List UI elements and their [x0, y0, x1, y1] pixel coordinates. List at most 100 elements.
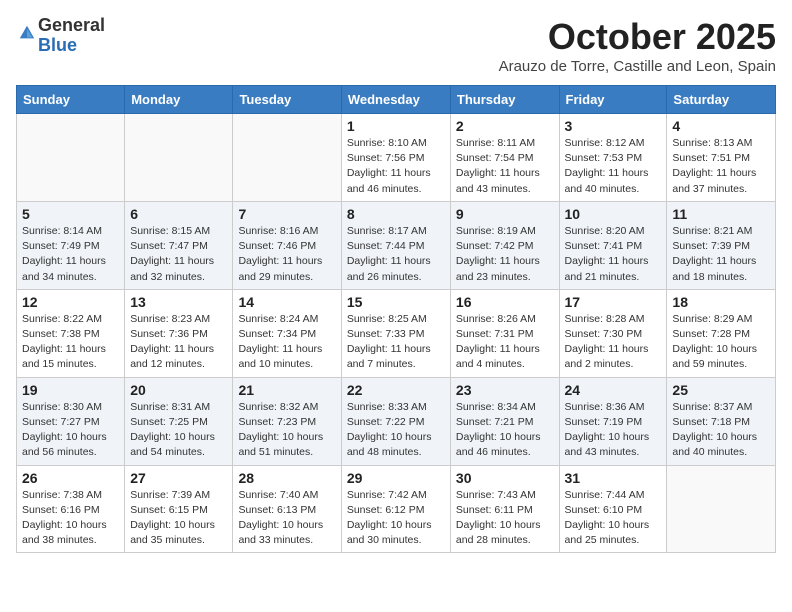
header-thursday: Thursday [450, 86, 559, 114]
calendar-cell: 23 Sunrise: 8:34 AMSunset: 7:21 PMDayligh… [450, 377, 559, 465]
calendar-cell: 29Sunrise: 7:42 AMSunset: 6:12 PMDayligh… [341, 465, 450, 553]
calendar-cell [17, 114, 125, 202]
calendar-cell: 6 Sunrise: 8:15 AMSunset: 7:47 PMDaylight… [125, 201, 233, 289]
day-info: Sunrise: 7:43 AMSunset: 6:11 PMDaylight:… [456, 488, 554, 549]
header-friday: Friday [559, 86, 667, 114]
calendar-cell: 30Sunrise: 7:43 AMSunset: 6:11 PMDayligh… [450, 465, 559, 553]
logo-icon [18, 24, 36, 42]
calendar-cell: 4 Sunrise: 8:13 AMSunset: 7:51 PMDaylight… [667, 114, 776, 202]
day-number: 6 [130, 206, 227, 222]
day-info: Sunrise: 8:12 AMSunset: 7:53 PMDaylight:… [565, 136, 662, 197]
calendar-cell: 19 Sunrise: 8:30 AMSunset: 7:27 PMDayligh… [17, 377, 125, 465]
calendar-cell: 11 Sunrise: 8:21 AMSunset: 7:39 PMDayligh… [667, 201, 776, 289]
day-number: 16 [456, 294, 554, 310]
page-header: General Blue October 2025 Arauzo de Torr… [16, 16, 776, 75]
day-info: Sunrise: 8:16 AMSunset: 7:46 PMDaylight:… [238, 224, 335, 285]
day-number: 22 [347, 382, 445, 398]
day-info: Sunrise: 8:17 AMSunset: 7:44 PMDaylight:… [347, 224, 445, 285]
day-number: 12 [22, 294, 119, 310]
calendar-cell: 3 Sunrise: 8:12 AMSunset: 7:53 PMDaylight… [559, 114, 667, 202]
day-info: Sunrise: 8:15 AMSunset: 7:47 PMDaylight:… [130, 224, 227, 285]
day-number: 1 [347, 118, 445, 134]
location-subtitle: Arauzo de Torre, Castille and Leon, Spai… [499, 58, 776, 75]
calendar-cell: 7 Sunrise: 8:16 AMSunset: 7:46 PMDaylight… [233, 201, 341, 289]
title-block: October 2025 Arauzo de Torre, Castille a… [499, 16, 776, 75]
calendar-cell: 18 Sunrise: 8:29 AMSunset: 7:28 PMDayligh… [667, 289, 776, 377]
calendar-cell: 28 Sunrise: 7:40 AMSunset: 6:13 PMDayligh… [233, 465, 341, 553]
day-info: Sunrise: 8:28 AMSunset: 7:30 PMDaylight:… [565, 312, 662, 373]
day-info: Sunrise: 8:10 AMSunset: 7:56 PMDaylight:… [347, 136, 445, 197]
day-number: 14 [238, 294, 335, 310]
calendar-cell: 20 Sunrise: 8:31 AMSunset: 7:25 PMDayligh… [125, 377, 233, 465]
calendar-cell: 10 Sunrise: 8:20 AMSunset: 7:41 PMDayligh… [559, 201, 667, 289]
day-info: Sunrise: 8:36 AMSunset: 7:19 PMDaylight:… [565, 400, 662, 461]
day-number: 25 [672, 382, 770, 398]
day-number: 9 [456, 206, 554, 222]
day-number: 31 [565, 470, 662, 486]
day-info: Sunrise: 8:19 AMSunset: 7:42 PMDaylight:… [456, 224, 554, 285]
day-info: Sunrise: 8:29 AMSunset: 7:28 PMDaylight:… [672, 312, 770, 373]
day-number: 13 [130, 294, 227, 310]
day-number: 29 [347, 470, 445, 486]
calendar-cell: 25Sunrise: 8:37 AMSunset: 7:18 PMDayligh… [667, 377, 776, 465]
calendar-cell: 5 Sunrise: 8:14 AMSunset: 7:49 PMDaylight… [17, 201, 125, 289]
calendar-cell: 15 Sunrise: 8:25 AMSunset: 7:33 PMDayligh… [341, 289, 450, 377]
calendar-cell: 2 Sunrise: 8:11 AMSunset: 7:54 PMDaylight… [450, 114, 559, 202]
logo-general-text: General [38, 15, 105, 35]
day-number: 19 [22, 382, 119, 398]
day-info: Sunrise: 7:44 AMSunset: 6:10 PMDaylight:… [565, 488, 662, 549]
day-info: Sunrise: 8:24 AMSunset: 7:34 PMDaylight:… [238, 312, 335, 373]
calendar-cell [125, 114, 233, 202]
calendar-week-0: 1 Sunrise: 8:10 AMSunset: 7:56 PMDaylight… [17, 114, 776, 202]
day-info: Sunrise: 8:14 AMSunset: 7:49 PMDaylight:… [22, 224, 119, 285]
day-number: 21 [238, 382, 335, 398]
day-number: 18 [672, 294, 770, 310]
calendar-table: SundayMondayTuesdayWednesdayThursdayFrid… [16, 85, 776, 553]
day-number: 2 [456, 118, 554, 134]
day-number: 8 [347, 206, 445, 222]
calendar-week-1: 5 Sunrise: 8:14 AMSunset: 7:49 PMDaylight… [17, 201, 776, 289]
day-number: 3 [565, 118, 662, 134]
day-info: Sunrise: 7:38 AMSunset: 6:16 PMDaylight:… [22, 488, 119, 549]
calendar-week-4: 26 Sunrise: 7:38 AMSunset: 6:16 PMDayligh… [17, 465, 776, 553]
day-info: Sunrise: 8:20 AMSunset: 7:41 PMDaylight:… [565, 224, 662, 285]
calendar-cell: 24 Sunrise: 8:36 AMSunset: 7:19 PMDayligh… [559, 377, 667, 465]
day-number: 5 [22, 206, 119, 222]
day-number: 11 [672, 206, 770, 222]
day-number: 20 [130, 382, 227, 398]
header-wednesday: Wednesday [341, 86, 450, 114]
day-number: 7 [238, 206, 335, 222]
day-info: Sunrise: 8:22 AMSunset: 7:38 PMDaylight:… [22, 312, 119, 373]
day-number: 28 [238, 470, 335, 486]
day-info: Sunrise: 7:40 AMSunset: 6:13 PMDaylight:… [238, 488, 335, 549]
day-info: Sunrise: 8:21 AMSunset: 7:39 PMDaylight:… [672, 224, 770, 285]
day-info: Sunrise: 8:33 AMSunset: 7:22 PMDaylight:… [347, 400, 445, 461]
day-number: 4 [672, 118, 770, 134]
calendar-cell: 31 Sunrise: 7:44 AMSunset: 6:10 PMDayligh… [559, 465, 667, 553]
calendar-cell: 26 Sunrise: 7:38 AMSunset: 6:16 PMDayligh… [17, 465, 125, 553]
day-info: Sunrise: 8:34 AMSunset: 7:21 PMDaylight:… [456, 400, 554, 461]
month-title: October 2025 [499, 16, 776, 58]
header-saturday: Saturday [667, 86, 776, 114]
day-info: Sunrise: 8:30 AMSunset: 7:27 PMDaylight:… [22, 400, 119, 461]
day-info: Sunrise: 8:11 AMSunset: 7:54 PMDaylight:… [456, 136, 554, 197]
day-info: Sunrise: 8:13 AMSunset: 7:51 PMDaylight:… [672, 136, 770, 197]
logo-blue-text: Blue [38, 35, 77, 55]
day-info: Sunrise: 8:25 AMSunset: 7:33 PMDaylight:… [347, 312, 445, 373]
day-number: 15 [347, 294, 445, 310]
calendar-cell: 27Sunrise: 7:39 AMSunset: 6:15 PMDayligh… [125, 465, 233, 553]
day-number: 24 [565, 382, 662, 398]
day-info: Sunrise: 8:26 AMSunset: 7:31 PMDaylight:… [456, 312, 554, 373]
calendar-cell: 9 Sunrise: 8:19 AMSunset: 7:42 PMDaylight… [450, 201, 559, 289]
day-info: Sunrise: 8:31 AMSunset: 7:25 PMDaylight:… [130, 400, 227, 461]
calendar-cell: 13 Sunrise: 8:23 AMSunset: 7:36 PMDayligh… [125, 289, 233, 377]
calendar-cell: 8 Sunrise: 8:17 AMSunset: 7:44 PMDaylight… [341, 201, 450, 289]
day-number: 23 [456, 382, 554, 398]
header-sunday: Sunday [17, 86, 125, 114]
day-number: 27 [130, 470, 227, 486]
day-info: Sunrise: 8:23 AMSunset: 7:36 PMDaylight:… [130, 312, 227, 373]
day-number: 10 [565, 206, 662, 222]
header-tuesday: Tuesday [233, 86, 341, 114]
calendar-header-row: SundayMondayTuesdayWednesdayThursdayFrid… [17, 86, 776, 114]
day-number: 26 [22, 470, 119, 486]
